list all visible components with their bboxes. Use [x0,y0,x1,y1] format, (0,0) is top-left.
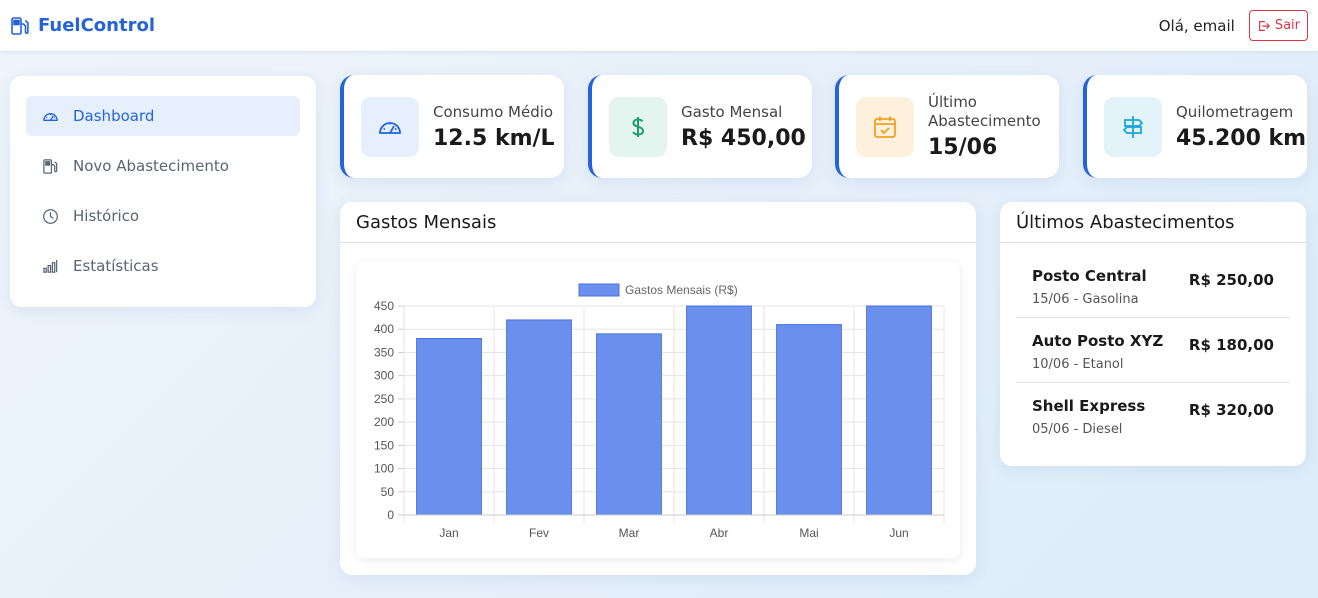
stat-card-quilometragem: Quilometragem 45.200 km [1083,75,1307,178]
chart-container: Gastos Mensais (R$) 0 50 100 150 200 250 300 350… [356,262,960,558]
fuel-pump-icon [11,16,29,35]
signpost-icon [1122,115,1144,138]
list-item[interactable]: Auto Posto XYZ 10/06 - Etanol R$ 180,00 [1016,318,1290,383]
sidebar-item-label: Estatísticas [73,257,159,275]
x-tick-label: Mar [619,526,640,540]
stat-card-ultimo: Último Abastecimento 15/06 [835,75,1059,178]
calendar-check-icon [874,116,896,138]
bar-mar [596,333,662,516]
fuel-detail: 05/06 - Diesel [1032,422,1123,437]
list-item[interactable]: Posto Central 15/06 - Gasolina R$ 250,00 [1016,253,1290,318]
card-value: R$ 450,00 [681,125,806,151]
list-item[interactable]: Shell Express 05/06 - Diesel R$ 320,00 [1016,383,1290,448]
sidebar: Dashboard Novo Abastecimento Histórico E… [10,76,316,307]
y-tick-label: 450 [374,299,394,313]
chart-panel-title: Gastos Mensais [340,202,976,243]
x-tick-label: Abr [710,526,729,540]
bar-jan [416,338,482,516]
bar-chart-icon [43,259,58,273]
card-value: 15/06 [928,135,998,160]
bar-mai [776,324,842,516]
card-label: Quilometragem [1176,102,1294,121]
clock-icon [43,208,58,224]
recent-panel-title: Últimos Abastecimentos [1000,202,1306,243]
speedometer-icon [43,112,58,121]
y-tick-label: 50 [381,485,395,499]
stat-card-gasto: Gasto Mensal R$ 450,00 [588,75,812,178]
recent-fuelings-panel: Últimos Abastecimentos Posto Central 15/… [1000,202,1306,466]
card-value: 45.200 km [1176,125,1307,151]
y-tick-label: 200 [374,415,394,429]
y-tick-label: 100 [374,462,394,476]
card-icon-box [361,96,419,157]
card-icon-box [609,96,667,157]
fuel-detail: 10/06 - Etanol [1032,357,1124,372]
sidebar-item-label: Dashboard [73,107,155,125]
sidebar-item-estatisticas[interactable]: Estatísticas [26,246,300,286]
brand-name: FuelControl [38,15,155,36]
x-tick-label: Jan [439,526,458,540]
card-value: 12.5 km/L [433,125,555,151]
sidebar-item-label: Histórico [73,207,140,225]
chart-panel: Gastos Mensais Gastos Mensais (R$) 0 50 100… [340,202,976,575]
dollar-icon [632,116,645,137]
logout-icon [1258,20,1270,31]
x-tick-label: Jun [889,526,908,540]
fuel-detail: 15/06 - Gasolina [1032,292,1139,307]
fuel-amount: R$ 250,00 [1188,271,1274,289]
speedometer-icon [379,121,401,134]
x-tick-label: Fev [529,526,549,540]
brand-logo[interactable]: FuelControl [10,15,155,36]
top-navbar: FuelControl Olá, email Sair [0,0,1318,51]
x-tick-label: Mai [799,526,818,540]
fuel-amount: R$ 180,00 [1188,336,1274,354]
sidebar-item-historico[interactable]: Histórico [26,196,300,236]
legend-label: Gastos Mensais (R$) [625,283,738,297]
y-tick-label: 150 [374,438,394,452]
y-tick-label: 400 [374,322,394,336]
card-icon-box [1104,96,1162,157]
user-greeting: Olá, email [1158,16,1235,35]
card-label: Gasto Mensal [681,102,783,121]
bar-jun [866,305,932,516]
logout-label: Sair [1274,18,1300,33]
card-label: Consumo Médio [433,102,554,121]
y-tick-label: 0 [387,508,394,522]
sidebar-item-dashboard[interactable]: Dashboard [26,96,300,136]
bar-abr [686,305,752,516]
fuel-amount: R$ 320,00 [1188,401,1274,419]
sidebar-item-novo-abastecimento[interactable]: Novo Abastecimento [26,146,300,186]
logout-button[interactable]: Sair [1248,10,1308,41]
y-tick-label: 300 [374,369,394,383]
sidebar-item-label: Novo Abastecimento [73,157,229,175]
card-icon-box [856,96,914,157]
fuel-pump-icon [43,158,58,174]
y-tick-label: 250 [374,392,394,406]
legend-swatch [578,283,620,297]
bar-fev [506,319,572,516]
bar-chart: Gastos Mensais (R$) 0 50 100 150 200 250 300 350… [374,283,945,540]
card-label: Último Abastecimento [928,93,1041,130]
y-tick-label: 350 [374,345,394,359]
stat-card-consumo: Consumo Médio 12.5 km/L [340,75,564,178]
